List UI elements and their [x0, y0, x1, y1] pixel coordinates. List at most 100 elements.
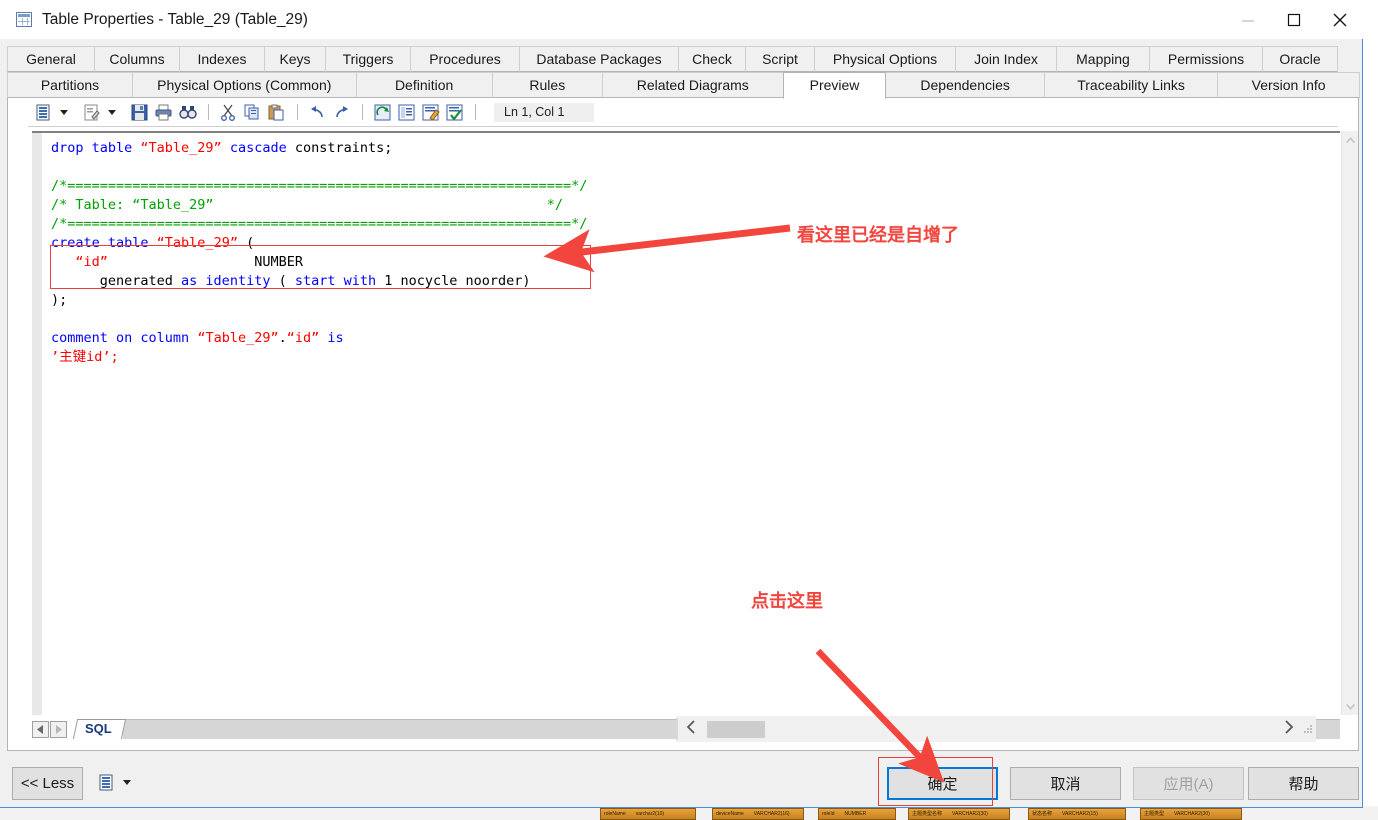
edit-script-icon[interactable]	[422, 104, 440, 121]
paste-icon[interactable]	[268, 104, 286, 121]
tab-version-info[interactable]: Version Info	[1217, 72, 1360, 98]
diagram-entity[interactable]: 状态名称 VARCHAR2(15)	[1028, 808, 1126, 820]
tab-definition[interactable]: Definition	[356, 72, 493, 98]
tab-join-index[interactable]: Join Index	[955, 46, 1057, 72]
maximize-icon[interactable]	[1271, 0, 1317, 39]
diagram-entity[interactable]: 主题类型名称VARCHAR2(30)	[908, 808, 1010, 820]
editor-vertical-scrollbar[interactable]	[1341, 131, 1358, 715]
tab-indexes[interactable]: Indexes	[179, 46, 265, 72]
code-line	[51, 158, 1340, 177]
tab-preview[interactable]: Preview	[783, 72, 887, 99]
tab-dependencies[interactable]: Dependencies	[885, 72, 1044, 98]
find-icon[interactable]	[179, 104, 197, 121]
diagram-entity[interactable]: roleIdNUMBER	[818, 808, 896, 820]
tab-label: Database Packages	[536, 51, 661, 67]
table-properties-dialog: Table Properties - Table_29 (Table_29) G…	[0, 0, 1363, 808]
tab-database-packages[interactable]: Database Packages	[519, 46, 679, 72]
resize-grip-icon[interactable]	[1304, 725, 1313, 734]
tab-script[interactable]: Script	[745, 46, 815, 72]
undo-icon[interactable]	[309, 104, 327, 121]
close-icon[interactable]	[1317, 0, 1363, 39]
preview-panel: Ln 1, Col 1 drop table “Table_29” cascad…	[7, 98, 1359, 751]
code-token: “id”	[287, 330, 320, 346]
sql-code-text[interactable]: drop table “Table_29” cascade constraint…	[42, 133, 1340, 715]
scroll-down-icon[interactable]	[1342, 698, 1359, 715]
script-menu-icon[interactable]	[95, 774, 136, 791]
code-line: /* Table: “Table_29” */	[51, 196, 1340, 215]
code-line: /*======================================…	[51, 215, 1340, 234]
tab-related-diagrams[interactable]: Related Diagrams	[602, 72, 784, 98]
save-icon[interactable]	[131, 104, 149, 121]
check-script-icon[interactable]	[446, 104, 464, 121]
tab-columns[interactable]: Columns	[94, 46, 180, 72]
tab-mapping[interactable]: Mapping	[1056, 46, 1150, 72]
tab-label: General	[26, 51, 76, 67]
redo-icon[interactable]	[333, 104, 351, 121]
cancel-button[interactable]: 取消	[1010, 767, 1121, 800]
tab-general[interactable]: General	[7, 46, 95, 72]
help-button[interactable]: 帮助	[1248, 767, 1359, 800]
tab-oracle[interactable]: Oracle	[1262, 46, 1338, 72]
chevron-down-icon[interactable]	[123, 780, 131, 785]
code-token: );	[51, 292, 67, 308]
tab-bar: General Columns Indexes KeysTriggersProcedu…	[7, 46, 1359, 98]
code-line: ’主键id’;	[51, 348, 1340, 367]
copy-icon[interactable]	[244, 104, 262, 121]
refresh-icon[interactable]	[374, 104, 392, 121]
tab-partitions[interactable]: Partitions	[7, 72, 133, 98]
tab-permissions[interactable]: Permissions	[1149, 46, 1263, 72]
tab-label: Definition	[395, 77, 453, 93]
scroll-right-icon[interactable]	[1284, 720, 1294, 739]
print-icon[interactable]	[155, 104, 173, 121]
tab-label: Oracle	[1279, 51, 1320, 67]
chevron-down-icon[interactable]	[60, 110, 68, 115]
scroll-up-icon[interactable]	[1342, 131, 1359, 148]
prev-icon[interactable]	[32, 721, 49, 738]
tab-check[interactable]: Check	[678, 46, 746, 72]
editor-toolbar: Ln 1, Col 1	[8, 98, 1358, 126]
diagram-entity-column: deviceName	[716, 811, 744, 817]
annotation-note-bottom: 点击这里	[751, 587, 823, 613]
tab-label: Rules	[529, 77, 565, 93]
diagram-entity-type: VARCHAR2(30)	[1174, 811, 1210, 817]
tab-label: Columns	[109, 51, 164, 67]
sql-editor[interactable]: drop table “Table_29” cascade constraint…	[32, 131, 1340, 715]
diagram-entity-type: VARCHAR2(15)	[1062, 811, 1098, 817]
code-token: /* Table: “Table_29” */	[51, 197, 563, 213]
horizontal-scroll-thumb[interactable]	[707, 721, 765, 738]
tab-label: Permissions	[1168, 51, 1244, 67]
tab-rules[interactable]: Rules	[492, 72, 603, 98]
next-icon[interactable]	[50, 721, 67, 738]
code-token: /*======================================…	[51, 216, 587, 232]
code-line: drop table “Table_29” cascade constraint…	[51, 139, 1340, 158]
editor-horizontal-scrollbar[interactable]	[676, 716, 1316, 742]
scroll-left-icon[interactable]	[686, 720, 696, 739]
toolbar-icon-edit[interactable]	[80, 101, 121, 123]
tab-physical-options-common[interactable]: Physical Options (Common)	[132, 72, 357, 98]
tab-row-1: General Columns Indexes KeysTriggersProcedu…	[7, 46, 1359, 72]
diagram-entity-column: 状态名称	[1032, 811, 1052, 817]
tab-label: Join Index	[974, 51, 1038, 67]
chevron-down-icon[interactable]	[108, 110, 116, 115]
toolbar-icon-new[interactable]	[32, 101, 73, 123]
tab-traceability-links[interactable]: Traceability Links	[1044, 72, 1218, 98]
sheet-tab-sql[interactable]: SQL	[73, 719, 126, 739]
tab-keys[interactable]: Keys	[264, 46, 326, 72]
tab-label: Mapping	[1076, 51, 1130, 67]
table-icon	[16, 12, 32, 27]
tab-procedures[interactable]: Procedures	[410, 46, 520, 72]
tab-physical-options[interactable]: Physical Options	[814, 46, 956, 72]
diagram-entity-column: roleName	[604, 811, 626, 817]
cut-icon[interactable]	[220, 104, 238, 121]
diagram-entity[interactable]: roleNamevarchar2(10)	[600, 808, 696, 820]
annotation-note-top: 看这里已经是自增了	[797, 221, 959, 247]
diagram-entity-type: VARCHAR2(30)	[952, 811, 988, 817]
minimize-icon[interactable]	[1225, 0, 1271, 39]
window-title: Table Properties - Table_29 (Table_29)	[42, 11, 308, 29]
properties-icon[interactable]	[398, 104, 416, 121]
diagram-entity[interactable]: deviceNameVARCHAR2(16)	[712, 808, 804, 820]
tab-label: Indexes	[197, 51, 246, 67]
tab-triggers[interactable]: Triggers	[325, 46, 411, 72]
less-button[interactable]: << Less	[12, 767, 83, 800]
diagram-entity[interactable]: 主题类型VARCHAR2(30)	[1140, 808, 1242, 820]
